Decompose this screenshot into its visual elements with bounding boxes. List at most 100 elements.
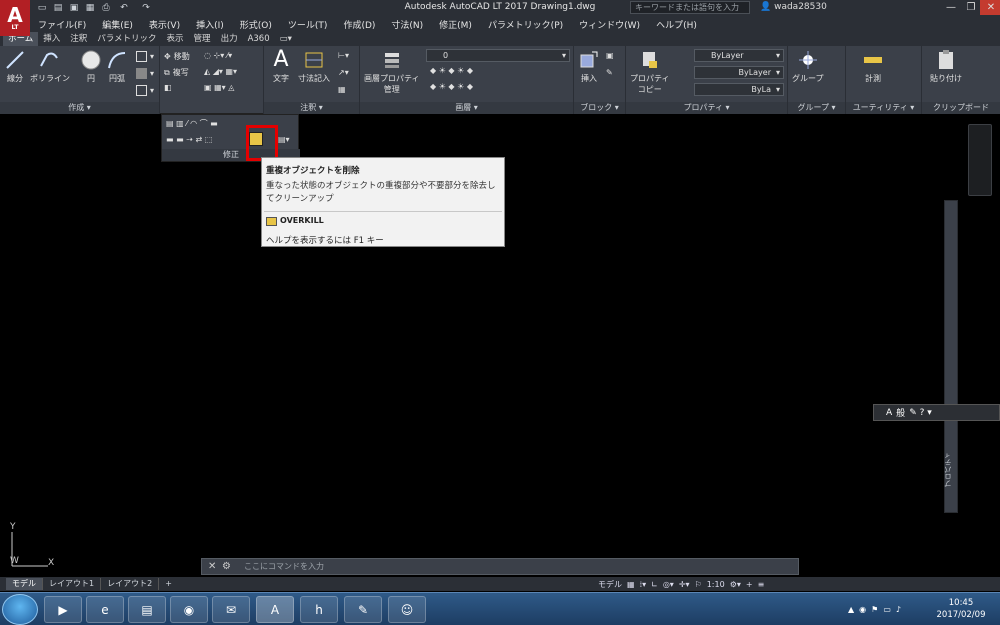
rotate-icon[interactable]: ◌ ⊹▾ ⁄▾: [204, 51, 232, 60]
panel-groups-label[interactable]: グループ ▾: [788, 102, 845, 114]
paste-button[interactable]: 貼り付け: [930, 49, 962, 84]
move-button[interactable]: ✥ 移動: [164, 51, 190, 62]
table-icon[interactable]: ▦: [338, 85, 346, 94]
flag-icon[interactable]: ⚑: [871, 605, 878, 614]
group-button[interactable]: グループ: [792, 49, 824, 84]
internet-explorer-icon[interactable]: e: [86, 596, 124, 623]
tab-output[interactable]: 出力: [216, 32, 243, 46]
taskbar-clock[interactable]: 10:45 2017/02/09: [922, 597, 1000, 621]
hpb-icon[interactable]: h: [300, 596, 338, 623]
tray-app-icon[interactable]: ◉: [859, 605, 866, 614]
close-button[interactable]: ✕: [980, 0, 1000, 15]
ortho-icon[interactable]: ∟: [651, 580, 658, 589]
panel-utilities-label[interactable]: ユーティリティ ▾: [846, 102, 921, 114]
menu-tools[interactable]: ツール(T): [280, 18, 336, 31]
lineweight-dropdown[interactable]: ByLa ▾: [694, 83, 784, 96]
menu-insert[interactable]: 挿入(I): [188, 18, 232, 31]
scale-icon[interactable]: ▣ ▦▾ ◬: [204, 83, 234, 92]
layer-tools-row-2[interactable]: ◆ ☀ ◆ ☀ ◆: [430, 82, 473, 91]
add-layout-button[interactable]: +: [159, 578, 178, 590]
menu-parametric[interactable]: パラメトリック(P): [480, 18, 571, 31]
status-model[interactable]: モデル: [598, 579, 622, 590]
region-icon[interactable]: ▾: [136, 85, 154, 96]
annotation-icon[interactable]: ⚐: [695, 580, 702, 589]
layer-dropdown[interactable]: 0 ▾: [426, 49, 570, 62]
menu-view[interactable]: 表示(V): [141, 18, 188, 31]
tab-insert[interactable]: 挿入: [38, 32, 65, 46]
close-icon[interactable]: ✕: [208, 561, 216, 572]
tab-extra-icon[interactable]: ▭▾: [275, 32, 297, 46]
snap-icon[interactable]: ⁞▾: [640, 580, 647, 589]
layer-tools-row-1[interactable]: ◆ ☀ ◆ ☀ ◆: [430, 66, 473, 75]
volume-icon[interactable]: ♪: [896, 605, 901, 614]
properties-palette-label[interactable]: プロパティ: [943, 452, 959, 487]
leader-icon[interactable]: ⊢▾: [338, 51, 349, 60]
multileader-icon[interactable]: ↗▾: [338, 68, 349, 77]
color-dropdown[interactable]: ByLayer ▾: [694, 49, 784, 62]
layer-properties-button[interactable]: 画層プロパティ 管理: [364, 49, 420, 95]
dimension-button[interactable]: 寸法記入: [298, 49, 330, 84]
menu-format[interactable]: 形式(O): [232, 18, 280, 31]
menu-edit[interactable]: 編集(E): [94, 18, 141, 31]
media-player-icon[interactable]: ▶: [44, 596, 82, 623]
create-block-icon[interactable]: ▣: [606, 51, 614, 60]
tab-manage[interactable]: 管理: [189, 32, 216, 46]
tab-a360[interactable]: A360: [243, 32, 275, 46]
gear-icon[interactable]: ⚙▾: [730, 580, 741, 589]
menu-modify[interactable]: 修正(M): [431, 18, 480, 31]
flyout-tools-row-2[interactable]: ▬ ▬ ⇢ ⇄ ⬚: [166, 135, 212, 144]
search-input[interactable]: キーワードまたは語句を入力: [630, 1, 750, 14]
navigation-bar[interactable]: [968, 124, 992, 196]
tab-annotate[interactable]: 注釈: [65, 32, 92, 46]
circle-button[interactable]: 円: [80, 49, 102, 84]
menu-file[interactable]: ファイル(F): [30, 18, 94, 31]
tab-view[interactable]: 表示: [162, 32, 189, 46]
edit-block-icon[interactable]: ✎: [606, 68, 613, 77]
wrench-icon[interactable]: ⚙: [222, 561, 231, 572]
tab-layout2[interactable]: レイアウト2: [101, 578, 160, 590]
text-button[interactable]: A 文字: [270, 49, 292, 84]
mirror-icon[interactable]: ◭ ◢▾ ▦▾: [204, 67, 237, 76]
menu-help[interactable]: ヘルプ(H): [648, 18, 705, 31]
measure-button[interactable]: 計測: [862, 49, 884, 84]
panel-layers-label[interactable]: 画層 ▾: [360, 102, 573, 114]
copy-button[interactable]: ⧉ 複写: [164, 67, 189, 78]
ime-mode[interactable]: A: [886, 408, 892, 418]
osnap-icon[interactable]: ✛▾: [679, 580, 690, 589]
tab-model[interactable]: モデル: [6, 578, 43, 590]
rectangle-icon[interactable]: ▾: [136, 51, 154, 62]
stretch-icon[interactable]: ◧: [164, 83, 172, 92]
menu-window[interactable]: ウィンドウ(W): [571, 18, 648, 31]
panel-draw-label[interactable]: 作成 ▾: [0, 102, 159, 114]
plus-icon[interactable]: +: [746, 580, 753, 589]
user-account[interactable]: 👤 wada28530: [760, 2, 827, 12]
ime-toolbar[interactable]: A 般 ✎ ? ▾: [873, 404, 1000, 421]
command-input[interactable]: ここにコマンドを入力: [244, 561, 324, 572]
paint-icon[interactable]: ✎: [344, 596, 382, 623]
menu-draw[interactable]: 作成(D): [335, 18, 383, 31]
panel-properties-label[interactable]: プロパティ ▾: [626, 102, 787, 114]
tab-layout1[interactable]: レイアウト1: [43, 578, 102, 590]
app-icon[interactable]: ☺: [388, 596, 426, 623]
restore-button[interactable]: ❐: [960, 0, 982, 15]
panel-clipboard-label[interactable]: クリップボード: [922, 102, 1000, 114]
arc-button[interactable]: 円弧: [106, 49, 128, 84]
match-properties-button[interactable]: プロパティ コピー: [630, 49, 670, 95]
menu-dimension[interactable]: 寸法(N): [383, 18, 431, 31]
grid-icon[interactable]: ▦: [627, 580, 635, 589]
tab-parametric[interactable]: パラメトリック: [92, 32, 161, 46]
tray-expand-icon[interactable]: ▲: [848, 605, 854, 614]
status-scale[interactable]: 1:10: [707, 580, 725, 589]
hatch-icon[interactable]: ▾: [136, 68, 154, 79]
thunderbird-icon[interactable]: ✉: [212, 596, 250, 623]
polar-icon[interactable]: ◎▾: [663, 580, 674, 589]
ime-label[interactable]: 般: [896, 406, 905, 419]
chrome-icon[interactable]: ◉: [170, 596, 208, 623]
flyout-more-icon[interactable]: ▤▾: [278, 135, 290, 144]
minimize-button[interactable]: —: [940, 0, 962, 15]
polyline-button[interactable]: ポリライン: [30, 49, 70, 84]
line-button[interactable]: 線分: [4, 49, 26, 84]
panel-block-label[interactable]: ブロック ▾: [574, 102, 625, 114]
autocad-taskbar-icon[interactable]: A: [256, 596, 294, 623]
start-button[interactable]: [2, 594, 38, 625]
